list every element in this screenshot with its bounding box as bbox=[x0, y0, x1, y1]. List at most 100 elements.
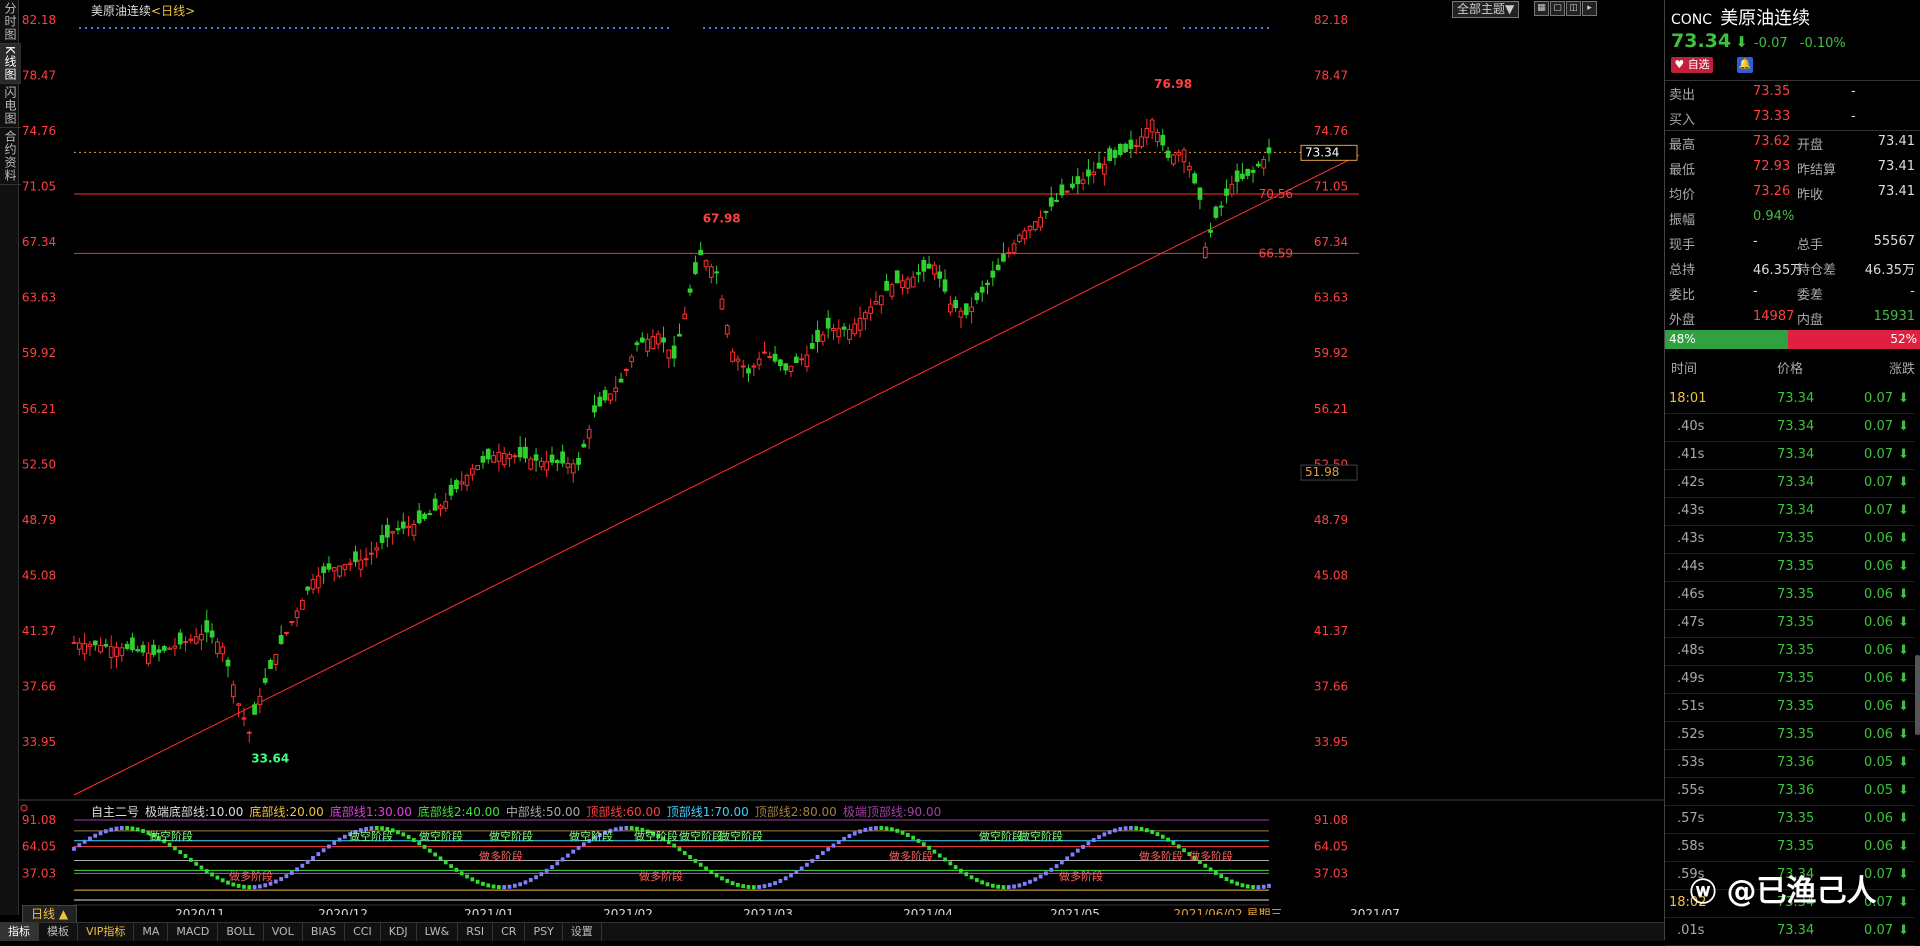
down-arrow-icon: ⬇ bbox=[1898, 671, 1909, 686]
signal-dot bbox=[781, 27, 783, 29]
down-arrow-icon: ⬇ bbox=[1898, 867, 1909, 882]
indicator-phase-label: 做多阶段 bbox=[639, 869, 683, 883]
signal-dot bbox=[241, 27, 243, 29]
signal-dot bbox=[625, 27, 627, 29]
kline-chart-svg[interactable]: 82.18 82.18 78.47 78.47 74.76 74.76 71.05 71.05… bbox=[19, 0, 1664, 915]
candle-body bbox=[735, 358, 741, 362]
bottom-tab-3[interactable]: MA bbox=[134, 923, 169, 941]
bottom-tab-12[interactable]: CR bbox=[493, 923, 526, 941]
signal-dot bbox=[115, 27, 117, 29]
signal-dot bbox=[1033, 27, 1035, 29]
bottom-tab-14[interactable]: 设置 bbox=[563, 923, 602, 941]
signal-dot bbox=[799, 27, 801, 29]
candle-body bbox=[145, 652, 151, 664]
candle-body bbox=[342, 564, 348, 570]
indicator-bar bbox=[1256, 885, 1261, 890]
x-tick-label: 2021/06/02 星期三 bbox=[1174, 907, 1283, 915]
panel-toggle-icon[interactable]: ▸ bbox=[1582, 1, 1597, 16]
tick-time: .49s bbox=[1677, 671, 1705, 686]
bottom-tab-9[interactable]: KDJ bbox=[381, 923, 417, 941]
window-icon[interactable]: ▢ bbox=[1550, 1, 1565, 16]
candle-body bbox=[873, 301, 879, 305]
price-tick-label: 33.95 bbox=[22, 735, 56, 749]
candle-body bbox=[1107, 148, 1113, 161]
bottom-tab-0[interactable]: 指标 bbox=[0, 923, 39, 941]
indicator-bar bbox=[491, 884, 496, 889]
candle-body bbox=[268, 659, 273, 669]
candle-body bbox=[161, 646, 167, 651]
down-arrow-icon: ⬇ bbox=[1898, 615, 1909, 630]
bottom-tab-10[interactable]: LW& bbox=[417, 923, 459, 941]
indicator-bar bbox=[778, 878, 783, 883]
indicator-bar bbox=[188, 857, 193, 862]
view-tab-3[interactable]: 合约资料 bbox=[0, 128, 21, 185]
candle-body bbox=[358, 559, 364, 570]
candle-body bbox=[294, 610, 300, 618]
price-tick-label: 33.95 bbox=[1314, 735, 1348, 749]
buy-label: 买入 bbox=[1669, 113, 1696, 128]
favorite-button[interactable]: ♥ 自选 bbox=[1671, 57, 1713, 73]
indicator-bar bbox=[895, 828, 900, 833]
bottom-tab-4[interactable]: MACD bbox=[168, 923, 219, 941]
tick-scrollbar[interactable] bbox=[1915, 655, 1920, 735]
indicator-phase-label: 做多阶段 bbox=[1059, 869, 1103, 883]
signal-dot bbox=[787, 27, 789, 29]
indicator-bar bbox=[481, 881, 485, 886]
bottom-tab-6[interactable]: VOL bbox=[264, 923, 303, 941]
indicator-bar bbox=[475, 879, 480, 884]
bell-icon[interactable]: 🔔 bbox=[1737, 57, 1753, 73]
view-tab-0[interactable]: 分时图 bbox=[0, 0, 21, 44]
indicator-bar bbox=[1001, 885, 1006, 890]
bottom-tab-2[interactable]: VIP指标 bbox=[78, 923, 135, 941]
tick-price: 73.34 bbox=[1777, 447, 1815, 462]
candle-body bbox=[193, 636, 199, 644]
indicator-bar bbox=[905, 833, 910, 838]
signal-dot bbox=[187, 27, 189, 29]
tick-change: 0.06 bbox=[1864, 615, 1893, 630]
signal-dot bbox=[1225, 27, 1227, 29]
candle-body bbox=[156, 649, 162, 653]
bottom-tab-13[interactable]: PSY bbox=[525, 923, 563, 941]
tick-row: .41s 73.34 0.07 ⬇ bbox=[1665, 441, 1915, 470]
tick-time: 18:01 bbox=[1669, 391, 1707, 406]
down-arrow-icon: ⬇ bbox=[1898, 727, 1909, 742]
signal-dot bbox=[79, 27, 81, 29]
signal-dot bbox=[1219, 27, 1221, 29]
bottom-tab-8[interactable]: CCI bbox=[345, 923, 381, 941]
indicator-bar bbox=[539, 872, 544, 877]
signal-dot bbox=[613, 27, 615, 29]
candle-body bbox=[273, 653, 279, 665]
indicator-header: 自主二号 极端底部线:10.00 底部线:20.00 底部线1:30.00 底部线2:4… bbox=[91, 803, 953, 820]
candle-body bbox=[353, 551, 358, 563]
indicator-bar bbox=[502, 885, 507, 890]
candle-body bbox=[87, 643, 93, 647]
stat-row: 最低 72.93 昨结算 73.41 bbox=[1665, 155, 1920, 180]
candle-body bbox=[512, 455, 518, 458]
indicator-phase-label: 做空阶段 bbox=[1019, 829, 1063, 843]
signal-dot bbox=[769, 27, 771, 29]
indicator-bar bbox=[332, 840, 337, 845]
bottom-tab-1[interactable]: 模板 bbox=[39, 923, 78, 941]
candle-body bbox=[310, 579, 316, 590]
signal-dot bbox=[829, 27, 831, 29]
view-tab-2[interactable]: 闪电图 bbox=[0, 84, 21, 128]
signal-dot bbox=[571, 27, 573, 29]
signal-dot bbox=[757, 27, 759, 29]
indicator-bar bbox=[1203, 863, 1208, 868]
layout-icon[interactable]: ▦ bbox=[1534, 1, 1549, 16]
signal-dot bbox=[709, 27, 711, 29]
bottom-tab-11[interactable]: RSI bbox=[458, 923, 494, 941]
bottom-tab-7[interactable]: BIAS bbox=[303, 923, 346, 941]
signal-dot bbox=[427, 27, 429, 29]
restore-icon[interactable]: ◫ bbox=[1566, 1, 1581, 16]
signal-dot bbox=[925, 27, 927, 29]
indicator-bar bbox=[486, 883, 491, 888]
theme-select-button[interactable]: 全部主题▼ bbox=[1452, 1, 1520, 18]
bottom-tab-5[interactable]: BOLL bbox=[218, 923, 264, 941]
candle-body bbox=[698, 249, 704, 256]
kline-chart-area[interactable]: 82.18 82.18 78.47 78.47 74.76 74.76 71.05 71.05… bbox=[19, 0, 1664, 915]
indicator-bar bbox=[1214, 870, 1218, 875]
view-tab-1[interactable]: K线图 bbox=[0, 44, 21, 84]
indicator-bar bbox=[1028, 879, 1032, 884]
candle-body bbox=[485, 448, 491, 460]
